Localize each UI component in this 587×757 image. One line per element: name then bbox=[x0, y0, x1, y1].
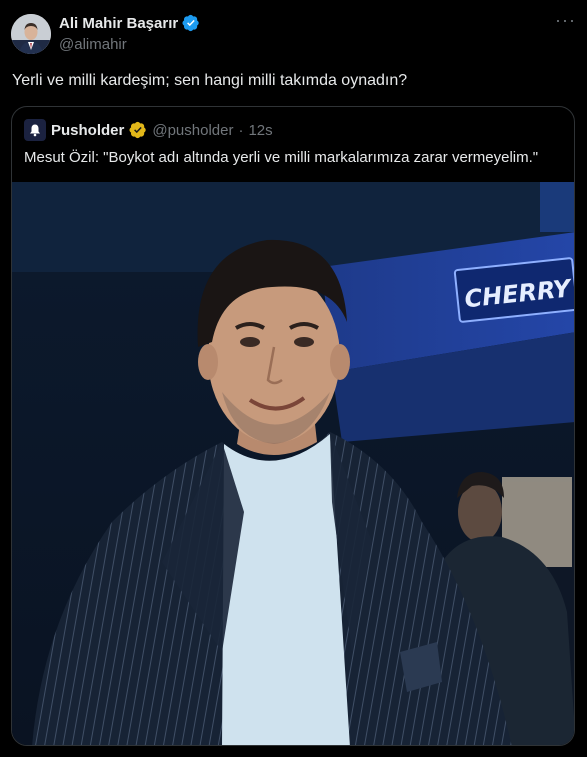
verified-badge-icon[interactable] bbox=[182, 14, 200, 32]
pusholder-avatar[interactable] bbox=[24, 119, 46, 141]
gold-verified-badge-icon[interactable] bbox=[129, 121, 147, 139]
quoted-photo[interactable]: CHERRY bbox=[12, 182, 574, 745]
quoted-timestamp[interactable]: 12s bbox=[248, 122, 272, 139]
quoted-author-name[interactable]: Pusholder bbox=[51, 122, 124, 139]
author-avatar[interactable] bbox=[11, 14, 51, 54]
quoted-separator: · bbox=[238, 121, 244, 139]
quoted-tweet[interactable]: Pusholder @pusholder · 12s Mesut Özil: "… bbox=[11, 106, 575, 746]
quoted-author-handle[interactable]: @pusholder bbox=[152, 122, 233, 139]
author-name[interactable]: Ali Mahir Başarır bbox=[59, 15, 178, 32]
tweet: Ali Mahir Başarır @alimahir ··· Yerli ve… bbox=[0, 0, 587, 757]
quoted-text: Mesut Özil: "Boykot adı altında yerli ve… bbox=[24, 149, 539, 166]
more-dots-icon[interactable]: ··· bbox=[555, 11, 575, 34]
author-name-row: Ali Mahir Başarır bbox=[59, 14, 200, 32]
tweet-text: Yerli ve milli kardeşim; sen hangi milli… bbox=[12, 72, 408, 89]
author-handle[interactable]: @alimahir bbox=[59, 36, 127, 53]
quoted-header: Pusholder @pusholder · 12s bbox=[24, 119, 273, 141]
